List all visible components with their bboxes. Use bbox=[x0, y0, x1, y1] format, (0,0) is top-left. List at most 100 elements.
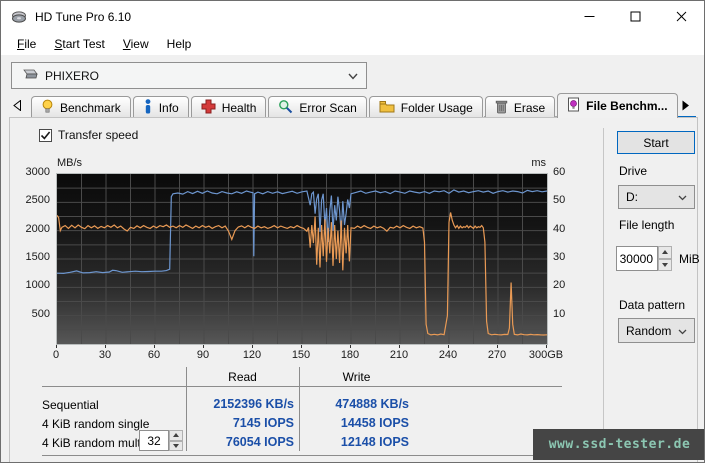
results-write-header: Write bbox=[342, 370, 371, 384]
tab-folder-usage[interactable]: Folder Usage bbox=[368, 96, 483, 118]
y-axis-left-tick: 1500 bbox=[25, 251, 50, 263]
tab-error-scan[interactable]: Error Scan bbox=[268, 96, 367, 118]
results-write-value: 12148 IOPS bbox=[340, 435, 409, 449]
tab-label: File Benchm... bbox=[586, 99, 668, 113]
info-icon bbox=[143, 98, 153, 117]
minimize-button[interactable] bbox=[566, 1, 612, 32]
results-divider bbox=[186, 367, 187, 451]
x-axis-tick: 210 bbox=[389, 349, 409, 361]
results-divider bbox=[42, 386, 562, 387]
tab-label: Info bbox=[158, 100, 179, 115]
x-axis-tick-mark bbox=[546, 345, 547, 348]
trash-icon bbox=[495, 99, 508, 117]
titlebar: HD Tune Pro 6.10 bbox=[1, 1, 704, 32]
file-length-unit: MiB bbox=[679, 252, 700, 266]
results-write-value: 474888 KB/s bbox=[335, 397, 409, 411]
tab-label: Erase bbox=[513, 100, 546, 115]
tab-scroll-right-button[interactable] bbox=[677, 97, 693, 114]
x-axis-tick: 60 bbox=[147, 349, 161, 361]
chart-plot bbox=[56, 173, 548, 345]
tab-info[interactable]: Info bbox=[132, 96, 189, 118]
y-axis-right-tick: 20 bbox=[553, 279, 566, 292]
data-pattern-label: Data pattern bbox=[619, 298, 686, 312]
results-row-label: 4 KiB random multi bbox=[42, 436, 144, 450]
y-axis-left-tick: 2500 bbox=[25, 194, 50, 207]
checkbox-check-icon bbox=[39, 128, 52, 142]
close-button[interactable] bbox=[658, 1, 704, 32]
x-axis-tick: 300GB bbox=[528, 349, 564, 361]
app-disk-icon bbox=[11, 9, 27, 25]
start-button[interactable]: Start bbox=[617, 131, 695, 154]
app-window: HD Tune Pro 6.10 File Start Test View He… bbox=[0, 0, 705, 463]
x-axis-tick-mark bbox=[203, 345, 204, 348]
tab-label: Folder Usage bbox=[400, 100, 473, 115]
tab-health[interactable]: Health bbox=[190, 96, 267, 118]
y-axis-left-tick: 2000 bbox=[25, 222, 50, 235]
file-length-increment-button[interactable] bbox=[658, 246, 672, 259]
panel-divider bbox=[603, 128, 604, 456]
results-read-header: Read bbox=[228, 370, 257, 384]
results-divider bbox=[42, 455, 562, 456]
chart-area: MB/s ms 3000 2500 2000 1500 1000 500 60 50 40 30 2… bbox=[16, 156, 601, 362]
tab-scroll-left-button[interactable] bbox=[9, 97, 25, 114]
file-length-input[interactable]: 30000 bbox=[616, 246, 658, 271]
x-axis-tick: 180 bbox=[340, 349, 360, 361]
drive-dropdown-value: D: bbox=[626, 190, 638, 204]
x-axis-tick: 270 bbox=[487, 349, 507, 361]
folder-icon bbox=[379, 100, 395, 116]
thread-count-increment-button[interactable] bbox=[169, 430, 183, 441]
results-write-value: 14458 IOPS bbox=[340, 416, 409, 430]
x-axis-tick-mark bbox=[154, 345, 155, 348]
drive-selector-dropdown[interactable]: PHIXERO bbox=[11, 62, 367, 89]
x-axis-tick-mark bbox=[350, 345, 351, 348]
results-read-value: 2152396 KB/s bbox=[213, 397, 294, 411]
x-axis-tick-mark bbox=[56, 345, 57, 348]
menu-view[interactable]: View bbox=[114, 34, 158, 54]
y-axis-left-tick: 3000 bbox=[25, 166, 50, 178]
chevron-down-icon bbox=[678, 190, 687, 204]
chevron-down-icon bbox=[678, 324, 687, 338]
thread-count-decrement-button[interactable] bbox=[169, 440, 183, 451]
transfer-speed-checkbox[interactable]: Transfer speed bbox=[39, 128, 138, 142]
thread-count-input[interactable]: 32 bbox=[139, 430, 169, 451]
drive-dropdown[interactable]: D: bbox=[618, 185, 695, 209]
y-axis-right-tick: 10 bbox=[553, 307, 566, 320]
chart-canvas bbox=[56, 174, 548, 344]
magnifier-icon bbox=[278, 99, 293, 117]
x-axis-tick: 150 bbox=[291, 349, 311, 361]
data-pattern-dropdown[interactable]: Random bbox=[618, 318, 695, 343]
maximize-button[interactable] bbox=[612, 1, 658, 32]
menu-help[interactable]: Help bbox=[158, 34, 201, 54]
results-row-label: Sequential bbox=[42, 398, 99, 412]
health-cross-icon bbox=[201, 99, 216, 117]
results-read-value: 76054 IOPS bbox=[225, 435, 294, 449]
x-axis-tick-mark bbox=[497, 345, 498, 348]
tab-file-benchmark[interactable]: File Benchm... bbox=[557, 93, 678, 118]
file-length-decrement-button[interactable] bbox=[658, 258, 672, 271]
tab-label: Error Scan bbox=[299, 100, 357, 115]
menu-file[interactable]: File bbox=[8, 34, 45, 54]
y-axis-right-tick: 50 bbox=[553, 194, 566, 207]
x-axis-tick: 120 bbox=[242, 349, 262, 361]
file-length-label: File length bbox=[619, 218, 675, 232]
tab-strip: Benchmark Info Health Error Scan Folder … bbox=[1, 93, 704, 118]
x-axis-tick: 90 bbox=[196, 349, 210, 361]
transfer-speed-label: Transfer speed bbox=[58, 128, 139, 142]
x-axis-tick-mark bbox=[448, 345, 449, 348]
menu-start-test[interactable]: Start Test bbox=[45, 34, 113, 54]
menubar: File Start Test View Help bbox=[1, 32, 704, 55]
watermark: www.ssd-tester.de bbox=[533, 429, 704, 460]
y-axis-right-unit: ms bbox=[531, 157, 546, 169]
tab-erase[interactable]: Erase bbox=[484, 96, 556, 118]
y-axis-right-tick: 60 bbox=[553, 166, 566, 178]
chevron-down-icon bbox=[348, 69, 358, 83]
x-axis-tick-mark bbox=[301, 345, 302, 348]
x-axis-tick-mark bbox=[252, 345, 253, 348]
tab-benchmark[interactable]: Benchmark bbox=[31, 96, 131, 118]
x-axis-tick: 30 bbox=[98, 349, 112, 361]
tab-label: Health bbox=[221, 100, 257, 115]
y-axis-left-tick: 1000 bbox=[25, 279, 50, 292]
x-axis-tick-mark bbox=[105, 345, 106, 348]
window-title: HD Tune Pro 6.10 bbox=[35, 9, 132, 24]
results-read-value: 7145 IOPS bbox=[232, 416, 294, 430]
